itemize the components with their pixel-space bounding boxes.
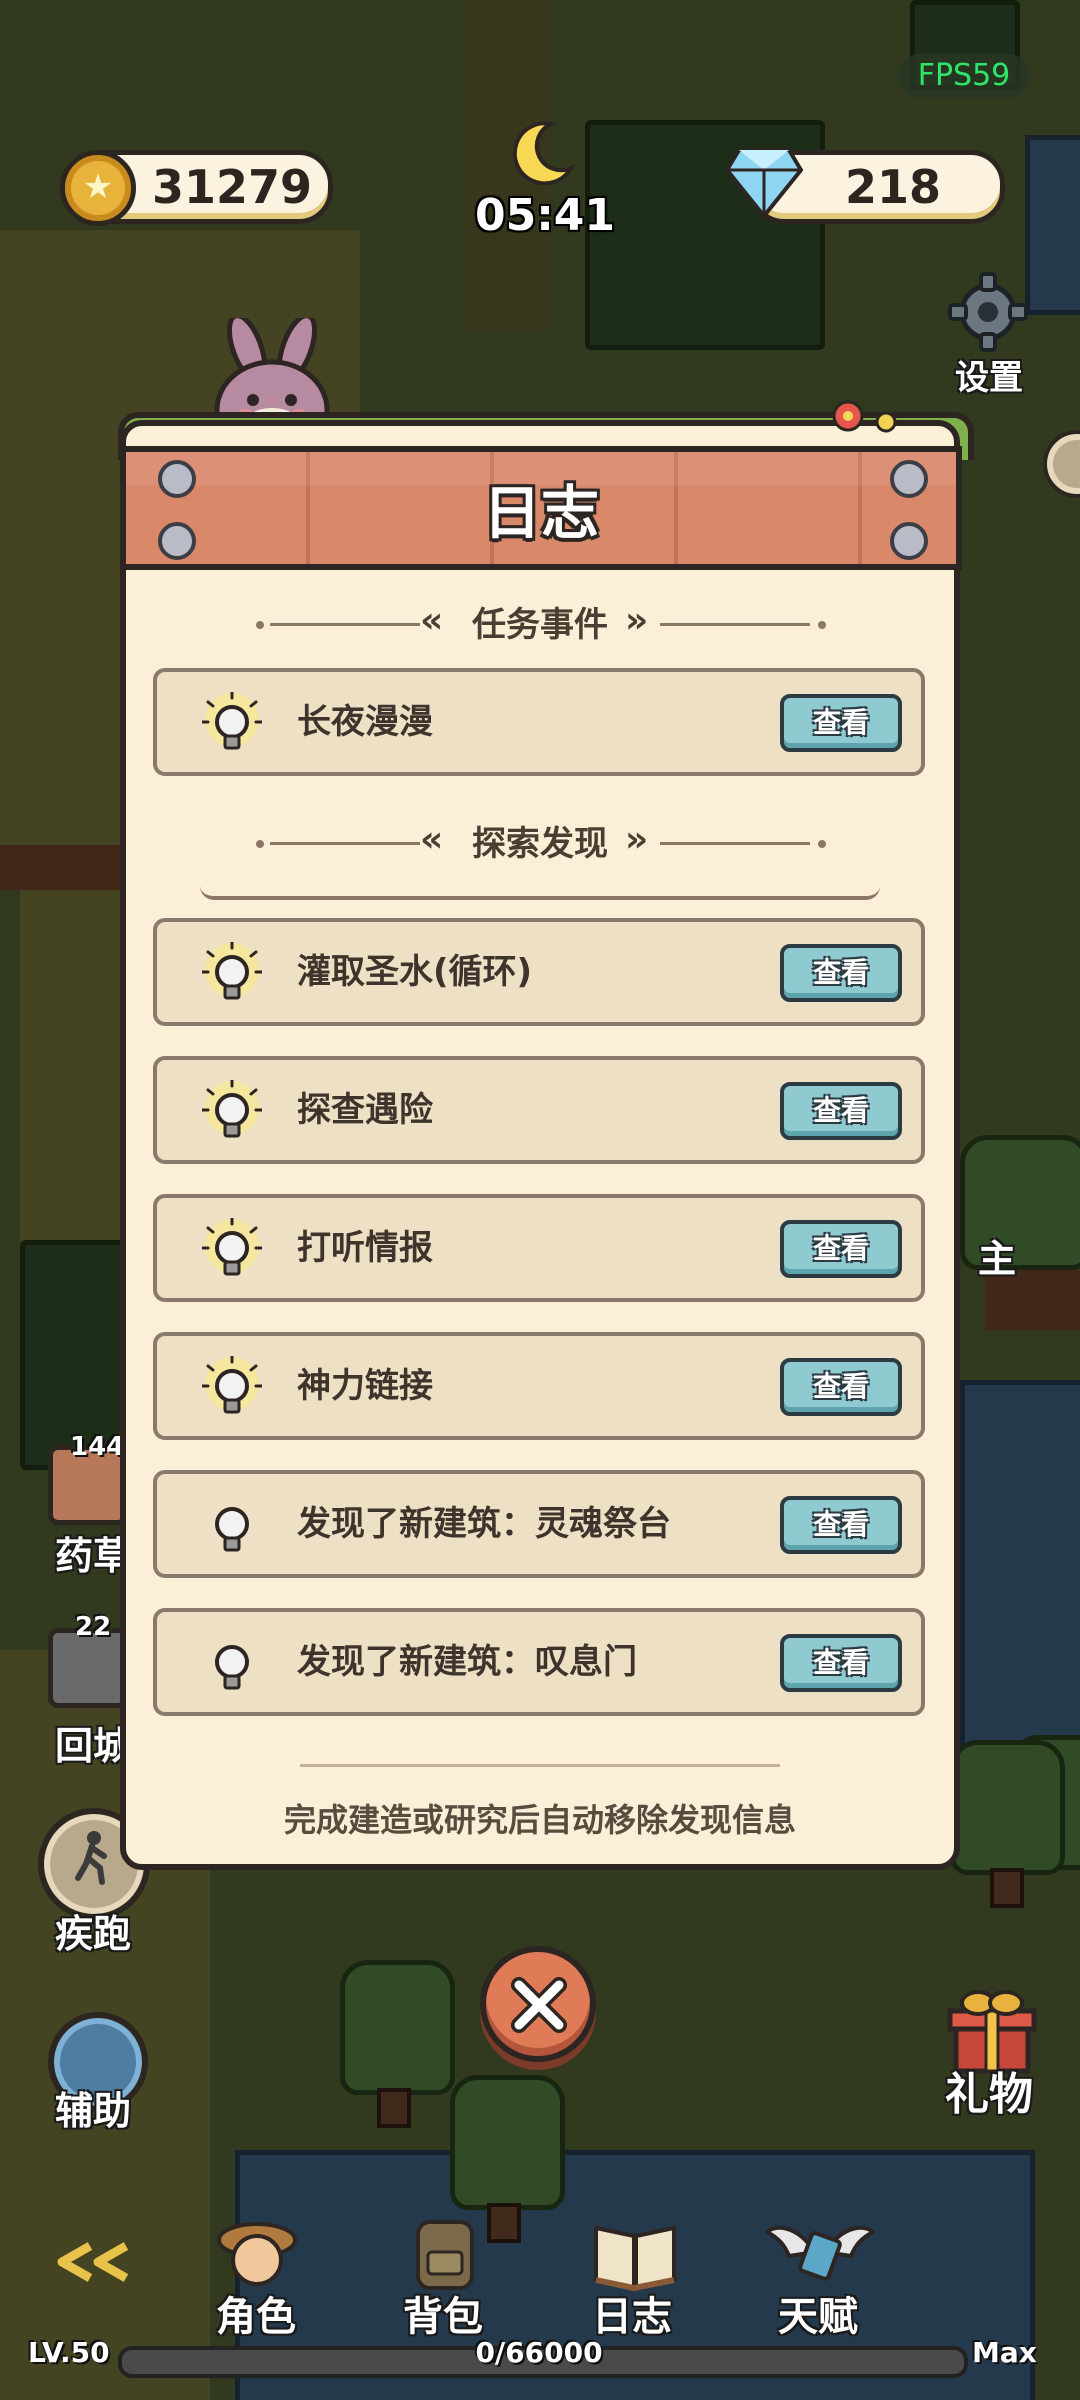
collapse-arrow-icon[interactable] (50, 2242, 140, 2282)
modal-title: 日志 (482, 479, 599, 547)
view-button-label: 查看 (812, 1508, 869, 1541)
lightbulb-icon (215, 1645, 249, 1690)
view-button[interactable]: 查看 (780, 944, 902, 1002)
chevron-right-icon: » (625, 600, 649, 641)
lit-lightbulb-icon (202, 692, 262, 750)
lit-lightbulb-icon (202, 942, 262, 1000)
star-coin-icon: ★ (60, 150, 136, 226)
view-button[interactable]: 查看 (780, 1082, 902, 1140)
entry-label: 探查遇险 (297, 1090, 433, 1130)
view-button-label: 查看 (812, 956, 869, 989)
section-line (660, 623, 810, 626)
section-dot (818, 840, 826, 848)
journal-entry: 发现了新建筑：灵魂祭台 查看 (153, 1470, 925, 1578)
nav-talent[interactable]: 天赋 (778, 2284, 858, 2342)
view-button-label: 查看 (812, 1094, 869, 1127)
diamond-icon (725, 148, 803, 218)
journal-entry: 神力链接 查看 (153, 1332, 925, 1440)
moon-icon (512, 121, 576, 186)
view-button-label: 查看 (812, 1370, 869, 1403)
chevron-right-icon: » (625, 819, 649, 860)
talent-wings-icon (765, 2225, 875, 2281)
view-button[interactable]: 查看 (780, 1220, 902, 1278)
close-button[interactable] (480, 1946, 596, 2062)
nav-backpack[interactable]: 背包 (403, 2284, 483, 2342)
lit-lightbulb-icon (202, 1356, 262, 1414)
level-label: LV.50 (28, 2336, 110, 2369)
journal-book-icon (594, 2225, 676, 2292)
close-icon (511, 1977, 567, 2033)
flower-icon (832, 400, 897, 433)
lit-lightbulb-icon (202, 1080, 262, 1138)
max-label: Max (972, 2336, 1037, 2369)
scroll-divider (200, 884, 880, 900)
xp-text: 0/66000 (475, 2336, 603, 2369)
gem-amount: 218 (845, 160, 942, 214)
view-button[interactable]: 查看 (780, 1496, 902, 1554)
return-count: 22 (75, 1612, 112, 1642)
journal-entry: 灌取圣水(循环) 查看 (153, 918, 925, 1026)
character-icon (217, 2222, 297, 2286)
entry-label: 发现了新建筑：叹息门 (297, 1642, 637, 1682)
gift-label: 礼物 (945, 2069, 1033, 2120)
footer-note: 完成建造或研究后自动移除发现信息 (283, 1801, 796, 1839)
assist-label: 辅助 (55, 2089, 132, 2133)
herb-count: 144 (70, 1432, 125, 1462)
entry-label: 发现了新建筑：灵魂祭台 (297, 1504, 671, 1544)
section-dot (818, 621, 826, 629)
running-person-icon (75, 1831, 107, 1885)
view-button-label: 查看 (812, 1232, 869, 1265)
view-button[interactable]: 查看 (780, 694, 902, 752)
view-button-label: 查看 (812, 1646, 869, 1679)
entry-label: 打听情报 (297, 1228, 433, 1268)
entry-label: 长夜漫漫 (297, 702, 433, 742)
fps-counter: FPS59 (898, 54, 1030, 98)
view-button-label: 查看 (812, 706, 869, 739)
section-line (660, 842, 810, 845)
lightbulb-icon (215, 1507, 249, 1552)
entry-label: 灌取圣水(循环) (297, 952, 533, 992)
nav-character[interactable]: 角色 (216, 2284, 296, 2342)
journal-entry: 探查遇险 查看 (153, 1056, 925, 1164)
coin-amount: 31279 (152, 160, 313, 214)
sprint-label: 疾跑 (55, 1912, 132, 1956)
settings-gear-icon[interactable] (948, 272, 1028, 352)
game-clock: 05:41 (474, 190, 616, 241)
journal-entry: 长夜漫漫 查看 (153, 668, 925, 776)
lit-lightbulb-icon (202, 1218, 262, 1276)
footer-divider (300, 1764, 780, 1767)
partial-side-label: 主 (978, 1237, 1017, 1281)
journal-entry: 打听情报 查看 (153, 1194, 925, 1302)
settings-label: 设置 (955, 358, 1023, 398)
journal-entry: 发现了新建筑：叹息门 查看 (153, 1608, 925, 1716)
nav-journal[interactable]: 日志 (592, 2284, 672, 2342)
backpack-icon (416, 2220, 474, 2290)
view-button[interactable]: 查看 (780, 1358, 902, 1416)
view-button[interactable]: 查看 (780, 1634, 902, 1692)
entry-label: 神力链接 (297, 1366, 433, 1406)
